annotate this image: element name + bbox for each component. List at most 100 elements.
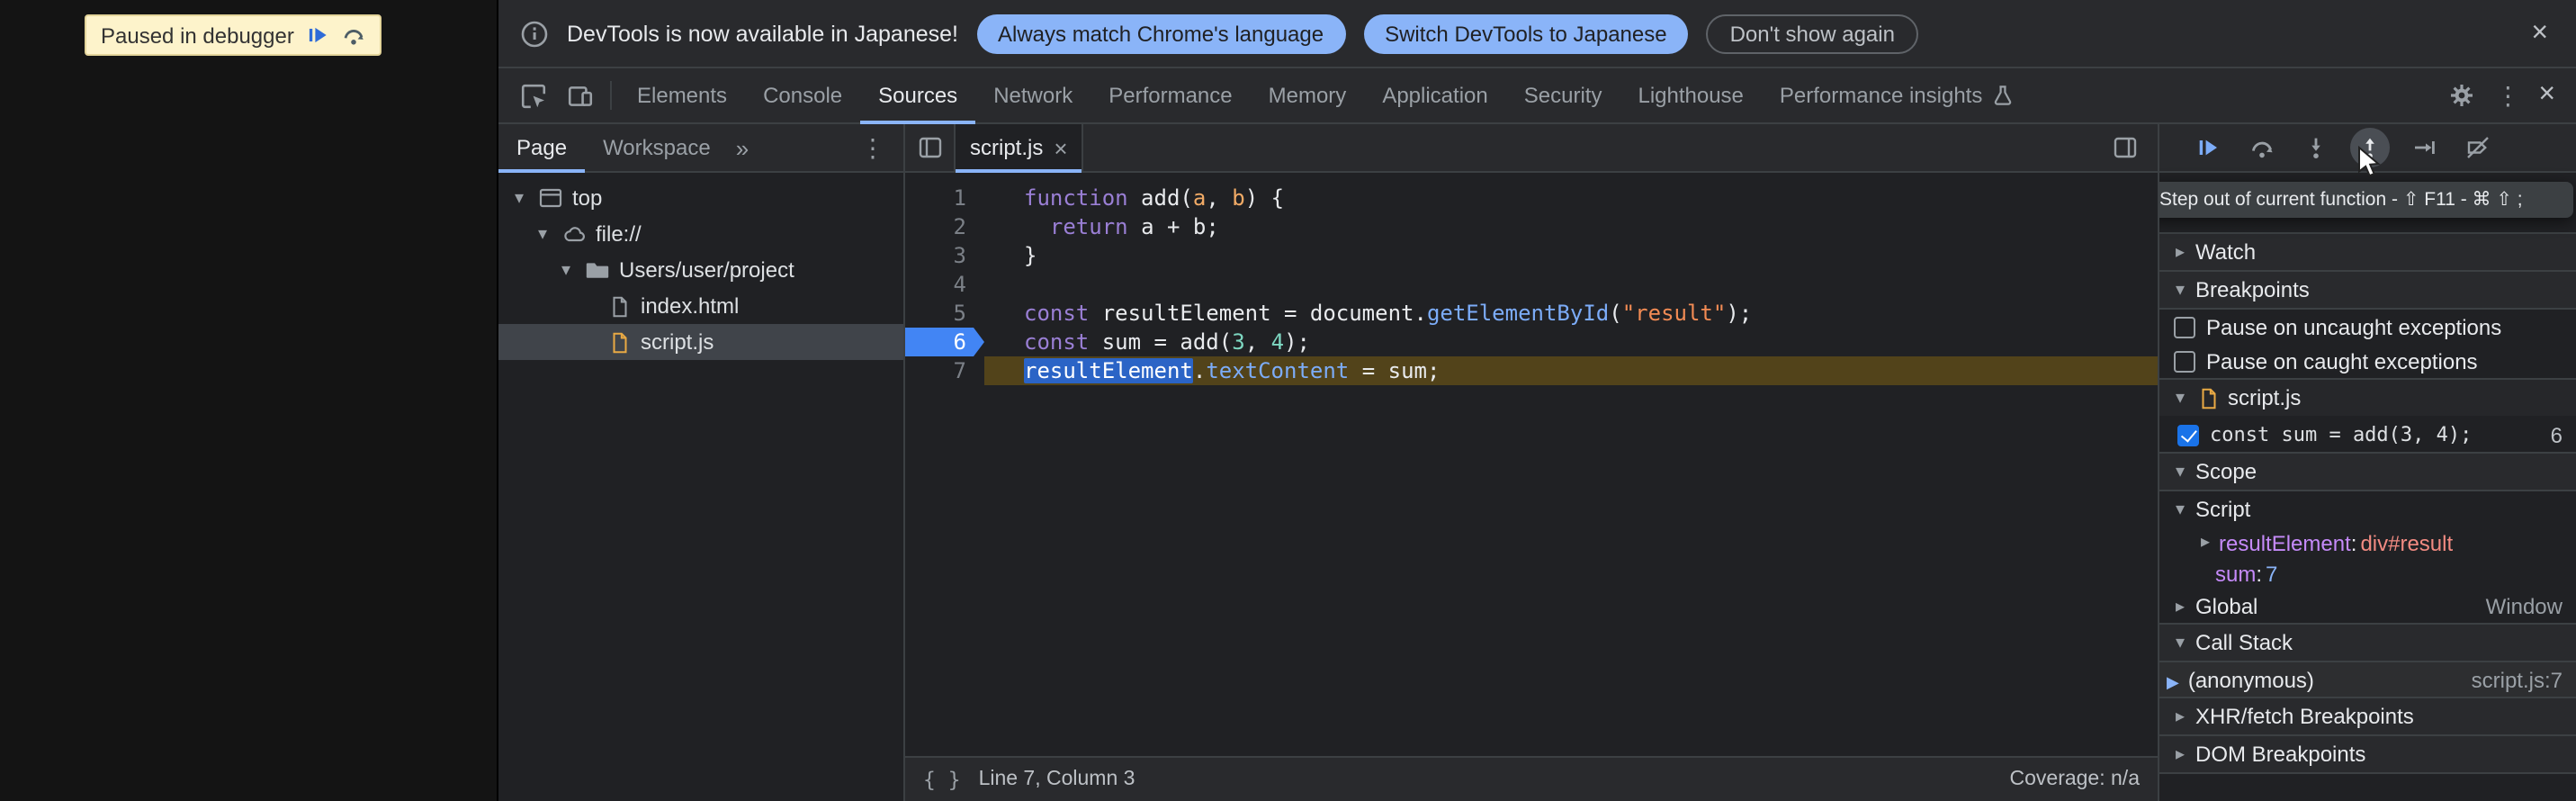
line-number[interactable]: 3 [905, 241, 984, 270]
pretty-print-icon[interactable] [923, 767, 961, 792]
xhr-breakpoints-header[interactable]: XHR/fetch Breakpoints [2159, 697, 2576, 736]
watch-label: Watch [2195, 239, 2256, 265]
chevron-down-icon[interactable] [533, 224, 552, 244]
scope-global-row[interactable]: Global Window [2159, 589, 2576, 625]
notification-close-icon[interactable] [2524, 15, 2555, 51]
tab-sources[interactable]: Sources [860, 68, 975, 123]
device-toolbar-icon[interactable] [556, 68, 603, 123]
tree-row-top[interactable]: top [498, 180, 903, 216]
line-number[interactable]: 2 [905, 212, 984, 241]
line-content[interactable]: function add(a, b) { [984, 184, 2158, 212]
screen-root: Paused in debugger DevTools is now avail… [0, 0, 2576, 801]
line-number[interactable]: 1 [905, 184, 984, 212]
chevron-down-icon[interactable] [509, 188, 529, 208]
inspect-element-icon[interactable] [509, 68, 556, 123]
more-options-icon[interactable] [2484, 80, 2531, 111]
pause-uncaught-row[interactable]: Pause on uncaught exceptions [2159, 310, 2576, 344]
settings-gear-icon[interactable] [2437, 68, 2484, 123]
step-over-icon[interactable] [343, 23, 366, 47]
line-content[interactable]: const resultElement = document.getElemen… [984, 299, 2158, 328]
tab-lighthouse[interactable]: Lighthouse [1620, 68, 1761, 123]
tree-row-file[interactable]: file:// [498, 216, 903, 252]
line-content[interactable]: resultElement.textContent = sum; [984, 356, 2158, 385]
line-content[interactable]: return a + b; [984, 212, 2158, 241]
pause-uncaught-checkbox[interactable] [2174, 316, 2195, 338]
dom-breakpoints-label: DOM Breakpoints [2195, 742, 2365, 767]
match-chrome-language-button[interactable]: Always match Chrome's language [976, 14, 1345, 53]
variable-value: 7 [2266, 561, 2277, 586]
callstack-label: Call Stack [2195, 630, 2293, 655]
chevron-right-icon [2170, 744, 2190, 764]
scope-script-group[interactable]: Script [2159, 491, 2576, 527]
debugger-panel-toggle-icon[interactable] [2100, 123, 2150, 172]
chevron-right-icon [2195, 533, 2215, 553]
breakpoint-file-group[interactable]: script.js [2159, 378, 2576, 416]
editor-pane: script.js 1function add(a, b) {2 return … [905, 124, 2159, 801]
file-tab-script-js[interactable]: script.js [956, 123, 1084, 172]
deactivate-breakpoints-button[interactable] [2458, 128, 2498, 167]
global-scope-label: Global [2195, 594, 2257, 619]
devtools-panes: Page Workspace topfile://Users/user/proj… [498, 124, 2576, 801]
step-over-button[interactable] [2242, 128, 2282, 167]
navigator-tab-workspace[interactable]: Workspace [585, 123, 729, 172]
step-out-button[interactable] [2350, 128, 2390, 167]
breakpoint-entry[interactable]: const sum = add(3, 4); 6 [2159, 416, 2576, 454]
line-content[interactable]: } [984, 241, 2158, 270]
tree-row-users-user-project[interactable]: Users/user/project [498, 252, 903, 288]
dom-breakpoints-header[interactable]: DOM Breakpoints [2159, 734, 2576, 774]
pause-caught-checkbox[interactable] [2174, 350, 2195, 372]
step-button[interactable] [2404, 128, 2444, 167]
code-line-7: 7resultElement.textContent = sum; [905, 356, 2158, 385]
navigator-tab-page[interactable]: Page [498, 123, 585, 172]
tab-security[interactable]: Security [1506, 68, 1620, 123]
frame-icon [538, 185, 563, 211]
line-number[interactable]: 5 [905, 299, 984, 328]
tab-elements[interactable]: Elements [619, 68, 745, 123]
step-into-button[interactable] [2296, 128, 2336, 167]
code-editor[interactable]: 1function add(a, b) {2 return a + b;3}45… [905, 173, 2158, 756]
navigator-menu-icon[interactable] [849, 132, 896, 163]
code-line-3: 3} [905, 241, 2158, 270]
devtools-close-icon[interactable] [2531, 77, 2563, 113]
tab-performance[interactable]: Performance [1091, 68, 1250, 123]
callstack-frame[interactable]: (anonymous) script.js:7 [2159, 662, 2576, 698]
pause-caught-row[interactable]: Pause on caught exceptions [2159, 344, 2576, 378]
scope-script-label: Script [2195, 497, 2250, 522]
tab-application[interactable]: Application [1364, 68, 1505, 123]
callstack-section-header[interactable]: Call Stack [2159, 623, 2576, 662]
step-out-tooltip: Step out of current function - ⇧ F11 - ⌘… [2159, 182, 2573, 218]
breakpoints-section-header[interactable]: Breakpoints [2159, 270, 2576, 310]
switch-devtools-japanese-button[interactable]: Switch DevTools to Japanese [1363, 14, 1689, 53]
more-tabs-chevron-icon[interactable] [729, 134, 756, 161]
tab-label: Sources [878, 83, 957, 108]
code-token: const [1024, 329, 1089, 355]
dont-show-again-button[interactable]: Don't show again [1707, 14, 1918, 53]
tab-memory[interactable]: Memory [1251, 68, 1365, 123]
code-token: , [1245, 329, 1271, 355]
watch-section-header[interactable]: Watch [2159, 232, 2576, 272]
tree-row-index-html[interactable]: index.html [498, 288, 903, 324]
tree-row-script-js[interactable]: script.js [498, 324, 903, 360]
navigator-toggle-icon[interactable] [905, 123, 956, 172]
scope-var-resultelement[interactable]: resultElement div#result [2159, 527, 2576, 558]
resume-script-icon[interactable] [307, 23, 330, 47]
line-content[interactable]: const sum = add(3, 4); [984, 328, 2158, 356]
tab-console[interactable]: Console [745, 68, 860, 123]
code-token: function [1024, 185, 1128, 211]
tab-close-icon[interactable] [1054, 134, 1067, 161]
scope-var-sum[interactable]: sum 7 [2159, 558, 2576, 589]
tab-network[interactable]: Network [975, 68, 1091, 123]
scope-section-header[interactable]: Scope [2159, 452, 2576, 491]
breakpoint-marker[interactable]: 6 [905, 328, 984, 356]
devtools-window: DevTools is now available in Japanese! A… [497, 0, 2576, 801]
chevron-down-icon[interactable] [556, 260, 576, 280]
line-number[interactable]: 4 [905, 270, 984, 299]
resume-script-button[interactable] [2188, 128, 2228, 167]
tab-performance-insights[interactable]: Performance insights [1762, 68, 2031, 123]
editor-status-bar: Line 7, Column 3 Coverage: n/a [905, 756, 2158, 801]
breakpoint-checkbox[interactable] [2177, 424, 2199, 446]
line-content[interactable] [984, 270, 2158, 299]
pause-uncaught-label: Pause on uncaught exceptions [2206, 314, 2501, 339]
main-tab-strip: ElementsConsoleSourcesNetworkPerformance… [619, 68, 2031, 123]
line-number[interactable]: 7 [905, 356, 984, 385]
